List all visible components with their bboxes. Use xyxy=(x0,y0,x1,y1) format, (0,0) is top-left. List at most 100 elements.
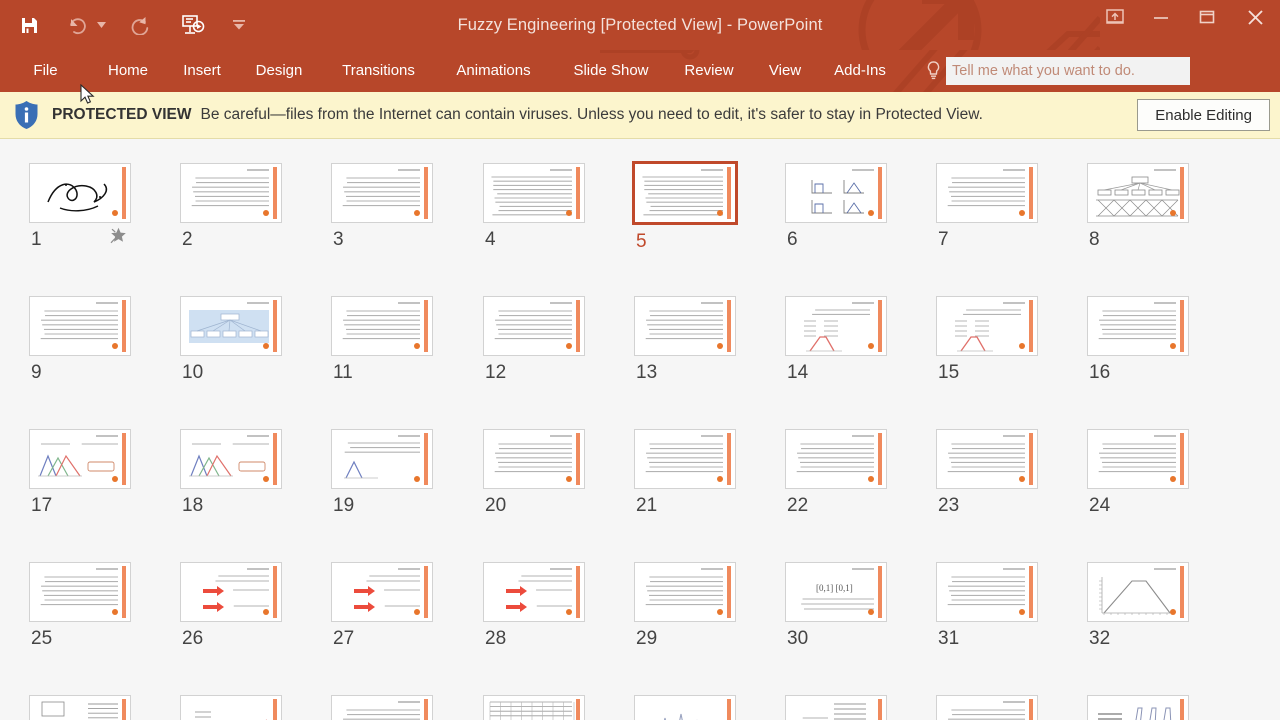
ribbon-tab-transitions[interactable]: Transitions xyxy=(326,50,431,92)
enable-editing-button[interactable]: Enable Editing xyxy=(1137,99,1270,131)
slide-thumbnail-10[interactable]: 10 xyxy=(180,296,284,384)
slide-thumbnail-image-29[interactable] xyxy=(634,562,736,622)
slide-thumbnail-image-7[interactable] xyxy=(936,163,1038,223)
ribbon-tab-design[interactable]: Design xyxy=(244,50,314,92)
slide-thumbnail-image-37[interactable] xyxy=(634,695,736,720)
slide-thumbnail-image-1[interactable] xyxy=(29,163,131,223)
slide-thumbnail-12[interactable]: 12 xyxy=(483,296,587,384)
slide-thumbnail-11[interactable]: 11 xyxy=(331,296,435,384)
slide-thumbnail-image-12[interactable] xyxy=(483,296,585,356)
slide-thumbnail-image-16[interactable] xyxy=(1087,296,1189,356)
slide-thumbnail-23[interactable]: 23 xyxy=(936,429,1040,517)
ribbon-tab-animations[interactable]: Animations xyxy=(440,50,547,92)
ribbon-tab-home[interactable]: Home xyxy=(95,50,161,92)
slide-thumbnail-38[interactable] xyxy=(785,695,889,720)
slide-thumbnail-1[interactable]: 1 xyxy=(29,163,133,251)
slide-thumbnail-image-20[interactable] xyxy=(483,429,585,489)
slide-thumbnail-20[interactable]: 20 xyxy=(483,429,587,517)
slide-thumbnail-image-22[interactable] xyxy=(785,429,887,489)
ribbon-tab-file[interactable]: File xyxy=(18,50,73,92)
slide-thumbnail-21[interactable]: 21 xyxy=(634,429,738,517)
slide-thumbnail-31[interactable]: 31 xyxy=(936,562,1040,650)
slide-thumbnail-image-28[interactable] xyxy=(483,562,585,622)
slide-thumbnail-2[interactable]: 2 xyxy=(180,163,284,251)
slide-thumbnail-7[interactable]: 7 xyxy=(936,163,1040,251)
slide-thumbnail-image-40[interactable] xyxy=(1087,695,1189,720)
save-icon[interactable] xyxy=(12,7,46,43)
ribbon-tab-view[interactable]: View xyxy=(760,50,810,92)
slide-thumbnail-25[interactable]: 25 xyxy=(29,562,133,650)
slide-thumbnail-29[interactable]: 29 xyxy=(634,562,738,650)
slide-thumbnail-image-4[interactable] xyxy=(483,163,585,223)
ribbon-tab-insert[interactable]: Insert xyxy=(172,50,232,92)
slide-thumbnail-image-39[interactable] xyxy=(936,695,1038,720)
minimize-icon[interactable] xyxy=(1138,0,1184,34)
customize-qat-icon[interactable] xyxy=(232,7,246,43)
slide-thumbnail-image-35[interactable] xyxy=(331,695,433,720)
slide-thumbnail-image-8[interactable] xyxy=(1087,163,1189,223)
slide-thumbnail-image-11[interactable] xyxy=(331,296,433,356)
slide-thumbnail-image-36[interactable] xyxy=(483,695,585,720)
undo-icon[interactable] xyxy=(60,7,94,43)
slide-thumbnail-image-14[interactable] xyxy=(785,296,887,356)
start-slideshow-icon[interactable] xyxy=(176,7,210,43)
slide-thumbnail-6[interactable]: 6 xyxy=(785,163,889,251)
slide-thumbnail-28[interactable]: 28 xyxy=(483,562,587,650)
slide-thumbnail-image-21[interactable] xyxy=(634,429,736,489)
restore-icon[interactable] xyxy=(1184,0,1230,34)
slide-thumbnail-17[interactable]: 17 xyxy=(29,429,133,517)
undo-dropdown-icon[interactable] xyxy=(94,7,108,43)
slide-thumbnail-image-6[interactable] xyxy=(785,163,887,223)
slide-thumbnail-image-25[interactable] xyxy=(29,562,131,622)
slide-thumbnail-image-38[interactable] xyxy=(785,695,887,720)
slide-thumbnail-8[interactable]: 8 xyxy=(1087,163,1191,251)
slide-thumbnail-24[interactable]: 24 xyxy=(1087,429,1191,517)
slide-thumbnail-image-33[interactable] xyxy=(29,695,131,720)
slide-thumbnail-14[interactable]: 14 xyxy=(785,296,889,384)
slide-thumbnail-37[interactable] xyxy=(634,695,738,720)
slide-thumbnail-15[interactable]: 15 xyxy=(936,296,1040,384)
slide-thumbnail-image-2[interactable] xyxy=(180,163,282,223)
slide-thumbnail-30[interactable]: [0,1] [0,1] 30 xyxy=(785,562,889,650)
slide-thumbnail-39[interactable] xyxy=(936,695,1040,720)
slide-thumbnail-image-10[interactable] xyxy=(180,296,282,356)
slide-thumbnail-33[interactable] xyxy=(29,695,133,720)
slide-thumbnail-image-3[interactable] xyxy=(331,163,433,223)
slide-thumbnail-image-30[interactable]: [0,1] [0,1] xyxy=(785,562,887,622)
slide-thumbnail-4[interactable]: 4 xyxy=(483,163,587,251)
slide-thumbnail-40[interactable] xyxy=(1087,695,1191,720)
slide-thumbnail-image-19[interactable] xyxy=(331,429,433,489)
slide-thumbnail-13[interactable]: 13 xyxy=(634,296,738,384)
slide-thumbnail-image-23[interactable] xyxy=(936,429,1038,489)
animation-star-icon[interactable] xyxy=(110,227,127,244)
slide-thumbnail-image-31[interactable] xyxy=(936,562,1038,622)
slide-thumbnail-35[interactable] xyxy=(331,695,435,720)
slide-thumbnail-22[interactable]: 22 xyxy=(785,429,889,517)
slide-thumbnail-19[interactable]: 19 xyxy=(331,429,435,517)
slide-thumbnail-image-27[interactable] xyxy=(331,562,433,622)
slide-thumbnail-image-26[interactable] xyxy=(180,562,282,622)
ribbon-tab-slide-show[interactable]: Slide Show xyxy=(560,50,662,92)
slide-thumbnail-image-15[interactable] xyxy=(936,296,1038,356)
slide-thumbnail-34[interactable] xyxy=(180,695,284,720)
slide-thumbnail-image-17[interactable] xyxy=(29,429,131,489)
slide-thumbnail-27[interactable]: 27 xyxy=(331,562,435,650)
ribbon-display-options-icon[interactable] xyxy=(1092,0,1138,34)
slide-thumbnail-16[interactable]: 16 xyxy=(1087,296,1191,384)
tell-me-search-input[interactable] xyxy=(946,57,1190,85)
slide-thumbnail-3[interactable]: 3 xyxy=(331,163,435,251)
slide-thumbnail-image-13[interactable] xyxy=(634,296,736,356)
redo-icon[interactable] xyxy=(122,7,156,43)
slide-thumbnail-image-32[interactable] xyxy=(1087,562,1189,622)
slide-thumbnail-9[interactable]: 9 xyxy=(29,296,133,384)
slide-thumbnail-image-34[interactable] xyxy=(180,695,282,720)
slide-thumbnail-36[interactable] xyxy=(483,695,587,720)
slide-thumbnail-18[interactable]: 18 xyxy=(180,429,284,517)
slide-thumbnail-image-9[interactable] xyxy=(29,296,131,356)
slide-thumbnail-image-18[interactable] xyxy=(180,429,282,489)
ribbon-tab-review[interactable]: Review xyxy=(673,50,745,92)
slide-thumbnail-32[interactable]: 32 xyxy=(1087,562,1191,650)
slide-thumbnail-image-5[interactable] xyxy=(632,161,738,225)
slide-thumbnail-image-24[interactable] xyxy=(1087,429,1189,489)
ribbon-tab-add-ins[interactable]: Add-Ins xyxy=(822,50,898,92)
